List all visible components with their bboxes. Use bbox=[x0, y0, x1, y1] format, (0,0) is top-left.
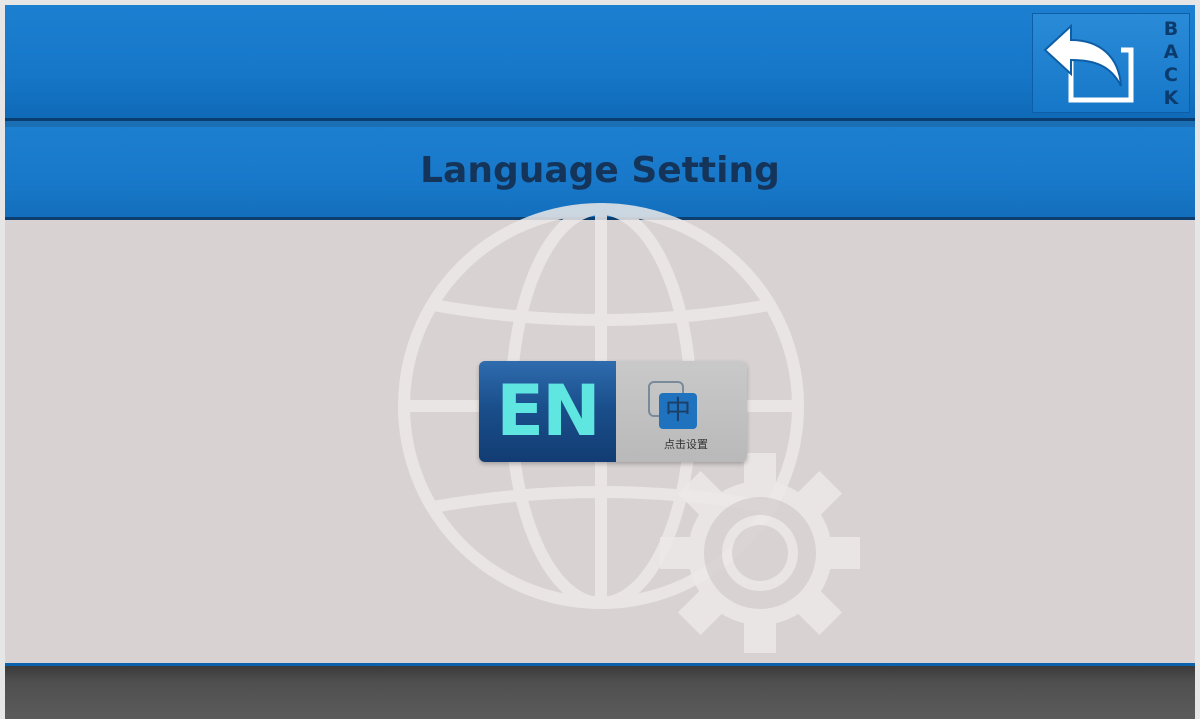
current-language: EN bbox=[479, 361, 616, 462]
hmi-screen: B A C K Language Setting EN 中 点击设置 bbox=[5, 5, 1195, 719]
chinese-language-icon: 中 bbox=[659, 393, 697, 429]
current-language-label: EN bbox=[496, 370, 600, 452]
chinese-char: 中 bbox=[664, 396, 691, 426]
page-title: Language Setting bbox=[420, 150, 780, 191]
footer-bar bbox=[5, 666, 1195, 719]
language-toggle-button[interactable]: EN 中 点击设置 bbox=[479, 361, 747, 462]
alternate-language: 中 点击设置 bbox=[616, 361, 747, 462]
tap-to-set-caption: 点击设置 bbox=[664, 438, 708, 451]
